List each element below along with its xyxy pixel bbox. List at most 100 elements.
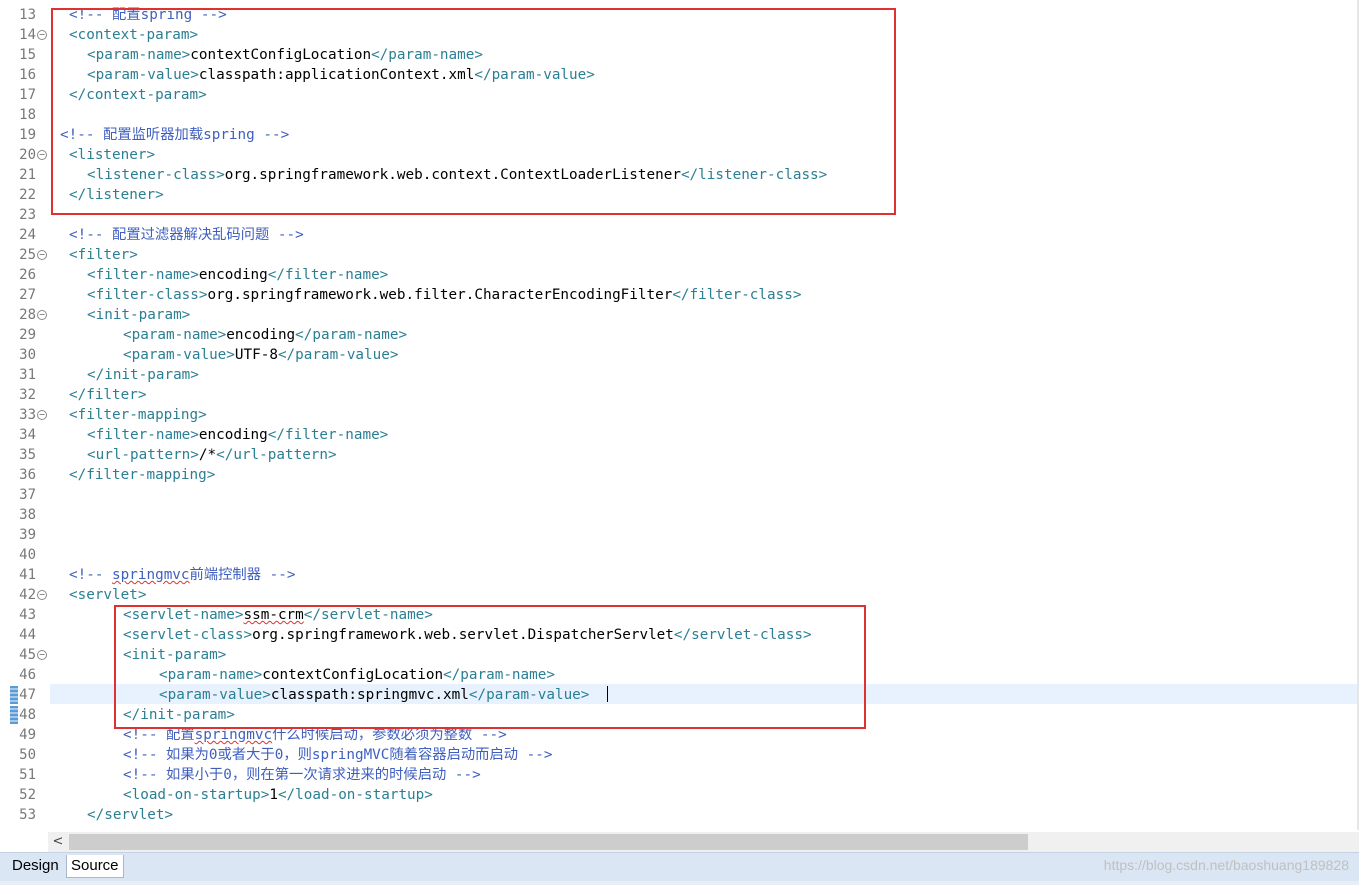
xml-tag: <param-value> (123, 347, 235, 363)
xml-tag: </load-on-startup> (277, 787, 433, 803)
xml-comment: <!-- 配置 (123, 727, 195, 743)
tab-source[interactable]: Source (66, 855, 124, 878)
fold-toggle-icon[interactable]: − (37, 30, 47, 40)
line-number: 26 (19, 267, 36, 283)
line-number: 51 (19, 767, 36, 783)
tab-design[interactable]: Design (8, 855, 63, 877)
xml-tag: <filter-mapping> (69, 407, 207, 423)
xml-tag: </param-name> (295, 327, 408, 343)
code-line[interactable]: 40 (0, 545, 1359, 565)
xml-tag: <filter-class> (87, 287, 208, 303)
highlight-box-init-param (114, 605, 866, 729)
code-line[interactable]: 42− <servlet> (0, 585, 1359, 605)
code-line[interactable]: 33− <filter-mapping> (0, 405, 1359, 425)
line-number: 30 (19, 347, 36, 363)
code-line[interactable]: 28− <init-param> (0, 305, 1359, 325)
line-number: 23 (19, 207, 36, 223)
xml-tag: </filter-class> (672, 287, 802, 303)
xml-text: encoding (198, 267, 268, 283)
code-line[interactable]: 27 <filter-class>org.springframework.web.… (0, 285, 1359, 305)
change-marker (10, 706, 18, 724)
code-text: <!-- 配置过滤器解决乱码问题 --> (69, 225, 304, 245)
code-line[interactable]: 29 <param-name>encoding</param-name> (0, 325, 1359, 345)
scroll-left-icon[interactable]: < (48, 832, 68, 852)
code-text: <param-value>UTF-8</param-value> (123, 345, 398, 365)
line-number: 21 (19, 167, 36, 183)
xml-tag: </servlet> (87, 807, 174, 823)
code-line[interactable]: 30 <param-value>UTF-8</param-value> (0, 345, 1359, 365)
code-text: </filter-mapping> (69, 465, 215, 485)
xml-text: UTF-8 (234, 347, 278, 363)
code-line[interactable]: 39 (0, 525, 1359, 545)
fold-toggle-icon[interactable]: − (37, 590, 47, 600)
line-number: 28 (19, 307, 36, 323)
code-text: <!-- 如果小于0，则在第一次请求进来的时候启动 --> (123, 765, 481, 785)
code-text: <filter-name>encoding</filter-name> (87, 425, 388, 445)
xml-tag: <param-name> (123, 327, 227, 343)
code-line[interactable]: 26 <filter-name>encoding</filter-name> (0, 265, 1359, 285)
line-number: 29 (19, 327, 36, 343)
line-number: 44 (19, 627, 36, 643)
line-number: 34 (19, 427, 36, 443)
code-line[interactable]: 50 <!-- 如果为0或者大于0，则springMVC随着容器启动而启动 --> (0, 745, 1359, 765)
code-line[interactable]: 52 <load-on-startup>1</load-on-startup> (0, 785, 1359, 805)
xml-text: encoding (198, 427, 268, 443)
horizontal-scrollbar[interactable]: < (48, 832, 1359, 852)
line-number: 36 (19, 467, 36, 483)
code-text: <servlet> (69, 585, 146, 605)
code-text: <!-- springmvc前端控制器 --> (69, 565, 295, 585)
line-number: 20 (19, 147, 36, 163)
code-line[interactable]: 53 </servlet> (0, 805, 1359, 825)
code-text: </init-param> (87, 365, 199, 385)
code-line[interactable]: 51 <!-- 如果小于0，则在第一次请求进来的时候启动 --> (0, 765, 1359, 785)
code-line[interactable]: 34 <filter-name>encoding</filter-name> (0, 425, 1359, 445)
line-number: 17 (19, 87, 36, 103)
code-line[interactable]: 36 </filter-mapping> (0, 465, 1359, 485)
code-line[interactable]: 37 (0, 485, 1359, 505)
code-line[interactable]: 41 <!-- springmvc前端控制器 --> (0, 565, 1359, 585)
line-number: 46 (19, 667, 36, 683)
xml-text: encoding (226, 327, 296, 343)
code-editor[interactable]: 13 <!-- 配置spring --> 14− <context-param> 15 <… (0, 0, 1359, 830)
code-line[interactable]: 35 <url-pattern>/*</url-pattern> (0, 445, 1359, 465)
xml-tag: <init-param> (87, 307, 191, 323)
line-number: 39 (19, 527, 36, 543)
xml-comment: <!-- (69, 567, 113, 583)
fold-toggle-icon[interactable]: − (37, 650, 47, 660)
line-number: 18 (19, 107, 36, 123)
line-number: 31 (19, 367, 36, 383)
xml-tag: </filter> (69, 387, 147, 403)
code-text: <filter-mapping> (69, 405, 207, 425)
fold-toggle-icon[interactable]: − (37, 310, 47, 320)
xml-comment: springmvc (112, 567, 190, 583)
code-line[interactable]: 32 </filter> (0, 385, 1359, 405)
line-number: 47 (19, 687, 36, 703)
code-text: </servlet> (87, 805, 173, 825)
line-number: 35 (19, 447, 36, 463)
fold-toggle-icon[interactable]: − (37, 250, 47, 260)
code-line[interactable]: 38 (0, 505, 1359, 525)
code-text: <init-param> (87, 305, 190, 325)
code-text: <filter-name>encoding</filter-name> (87, 265, 388, 285)
code-line[interactable]: 31 </init-param> (0, 365, 1359, 385)
fold-toggle-icon[interactable]: − (37, 150, 47, 160)
code-line[interactable]: 25− <filter> (0, 245, 1359, 265)
line-number: 25 (19, 247, 36, 263)
line-number: 22 (19, 187, 36, 203)
xml-tag: </param-value> (277, 347, 399, 363)
watermark: https://blog.csdn.net/baoshuang189828 (1103, 857, 1349, 873)
xml-tag: </url-pattern> (216, 447, 337, 463)
line-number: 38 (19, 507, 36, 523)
fold-toggle-icon[interactable]: − (37, 410, 47, 420)
code-line[interactable]: 24 <!-- 配置过滤器解决乱码问题 --> (0, 225, 1359, 245)
change-marker (10, 686, 18, 704)
line-number: 24 (19, 227, 36, 243)
scrollbar-thumb[interactable] (69, 834, 1028, 850)
code-text: <param-name>encoding</param-name> (123, 325, 407, 345)
xml-tag: <url-pattern> (87, 447, 199, 463)
code-text: </filter> (69, 385, 146, 405)
xml-comment: <!-- 配置过滤器解决乱码问题 --> (69, 227, 304, 243)
line-number: 32 (19, 387, 36, 403)
xml-comment: springmvc (194, 727, 273, 743)
xml-tag: </filter-name> (267, 267, 389, 283)
